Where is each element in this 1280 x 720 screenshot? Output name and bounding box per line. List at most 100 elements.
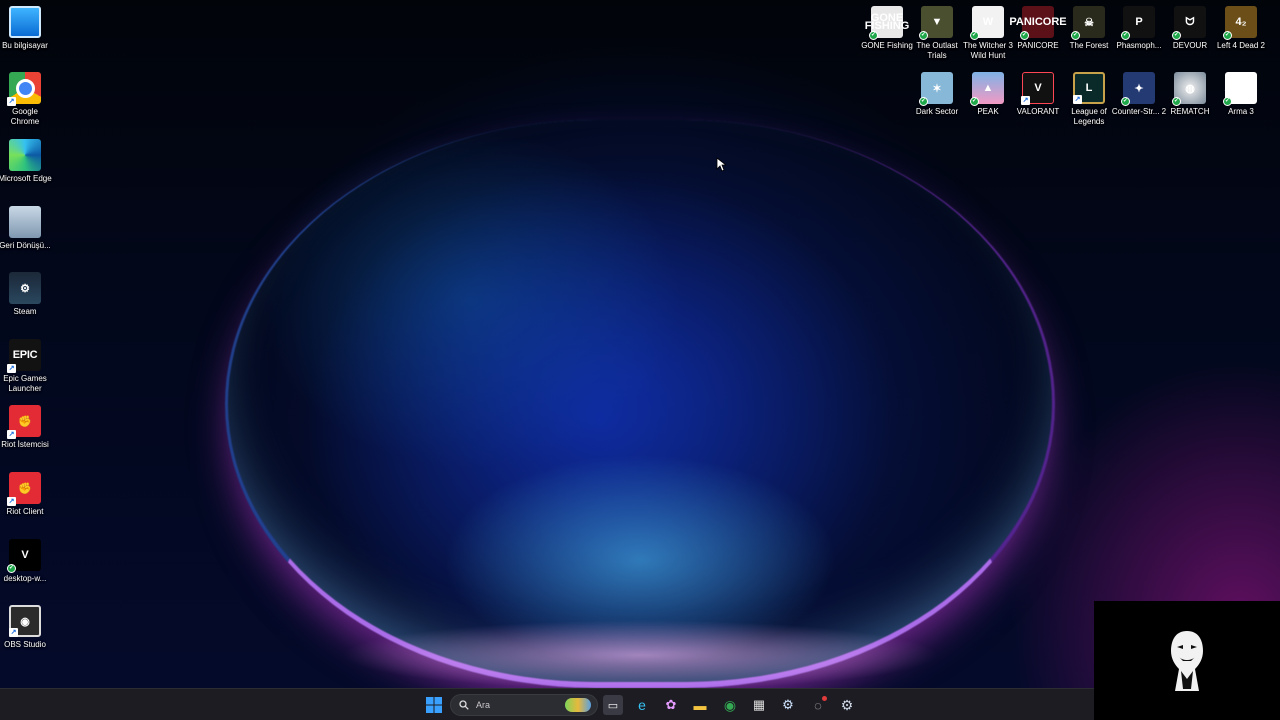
edge-taskbar-button[interactable]: e bbox=[632, 695, 652, 715]
sync-check-icon: ✓ bbox=[1172, 97, 1181, 106]
desktop-icon-label: PANICORE bbox=[1017, 41, 1059, 50]
obs-icon: ◉ ↗ bbox=[9, 605, 41, 637]
settings-taskbar-button[interactable]: ⚙ bbox=[837, 695, 857, 715]
desktop-icon-label: desktop-w... bbox=[3, 574, 47, 583]
start-button[interactable] bbox=[424, 695, 444, 715]
shortcut-arrow-icon: ↗ bbox=[7, 497, 16, 506]
epic-logo-text: EPIC bbox=[12, 349, 38, 361]
sync-check-icon: ✓ bbox=[1121, 31, 1130, 40]
desktop-icon-valorant[interactable]: V ↗ VALORANT bbox=[1013, 72, 1063, 117]
the-forest-icon: ☠ ✓ bbox=[1071, 6, 1105, 40]
chrome-icon: ↗ bbox=[7, 72, 41, 106]
steam-icon: ⚙ bbox=[782, 697, 794, 712]
riot-client-icon: ✊ ↗ bbox=[7, 472, 41, 506]
desktop-icon-panicore[interactable]: PANICORE ✓ PANICORE bbox=[1009, 6, 1067, 51]
desktop-icon-witcher-3[interactable]: W ✓ The Witcher 3 Wild Hunt bbox=[963, 6, 1013, 60]
search-highlight-icon bbox=[565, 698, 591, 712]
sync-check-icon: ✓ bbox=[1020, 31, 1029, 40]
forest-glyph: ☠ bbox=[1084, 16, 1094, 29]
sync-check-icon: ✓ bbox=[869, 31, 878, 40]
desktop-w-icon: V ✓ bbox=[7, 539, 41, 573]
desktop-icon-label: Left 4 Dead 2 bbox=[1216, 41, 1266, 50]
desktop-icon-arma-3[interactable]: ARMA ✓ Arma 3 bbox=[1216, 72, 1266, 117]
desktop-icon-label: The Forest bbox=[1069, 41, 1109, 50]
notification-dot-icon bbox=[822, 696, 827, 701]
wallpaper-bloom bbox=[225, 120, 1055, 688]
app-taskbar-button[interactable]: ◌ bbox=[808, 695, 828, 715]
desktop-icon-label: PEAK bbox=[977, 107, 999, 116]
desktop-icon-this-pc[interactable]: Bu bilgisayar bbox=[0, 6, 50, 51]
desktop-icon-label: Dark Sector bbox=[915, 107, 959, 116]
desktop-icon-phasmophobia[interactable]: P ✓ Phasmoph... bbox=[1114, 6, 1164, 51]
desktop-icon-label: GONE Fishing bbox=[861, 41, 913, 50]
mouse-cursor-icon bbox=[716, 157, 726, 172]
copilot-taskbar-button[interactable]: ✿ bbox=[661, 695, 681, 715]
epic-games-icon: EPIC ↗ bbox=[7, 339, 41, 373]
task-view-icon: ▭ bbox=[607, 699, 619, 712]
desktop-icon-recycle-bin[interactable]: Geri Dönüşü... bbox=[0, 206, 51, 251]
desktop-icon-gone-fishing[interactable]: GONE FISHING ✓ GONE Fishing bbox=[861, 6, 913, 51]
rematch-icon: ◍ ✓ bbox=[1172, 72, 1206, 106]
windows-logo-icon bbox=[426, 697, 442, 713]
desktop-icon-counter-strike-2[interactable]: ✦ ✓ Counter-Str... 2 bbox=[1111, 72, 1167, 117]
desktop-icon-dark-sector[interactable]: ✶ ✓ Dark Sector bbox=[912, 72, 962, 117]
desktop-icon-epic-games[interactable]: EPIC ↗ Epic Games Launcher bbox=[0, 339, 50, 393]
devour-icon: ᗢ ✓ bbox=[1172, 6, 1206, 40]
riot-client-icon: ✊ ↗ bbox=[7, 405, 41, 439]
desktop-icon-riot-client[interactable]: ✊ ↗ Riot Client bbox=[0, 472, 50, 517]
desktop-icon-label: Counter-Str... 2 bbox=[1111, 107, 1167, 116]
desktop-icon-label: OBS Studio bbox=[4, 640, 46, 649]
arma-3-icon: ARMA ✓ bbox=[1223, 72, 1258, 106]
desktop-icon-league-of-legends[interactable]: L ↗ League of Legends bbox=[1064, 72, 1114, 126]
desktop-icon-steam[interactable]: ⚙ Steam bbox=[0, 272, 50, 317]
edge-icon: e bbox=[638, 697, 646, 713]
masked-figure-icon bbox=[1171, 630, 1203, 691]
desktop-icon-label: Geri Dönüşü... bbox=[0, 241, 51, 250]
desktop-icon-desktop-w[interactable]: V ✓ desktop-w... bbox=[0, 539, 50, 584]
shortcut-arrow-icon: ↗ bbox=[7, 97, 16, 106]
sync-check-icon: ✓ bbox=[1223, 31, 1232, 40]
panicore-icon: PANICORE ✓ bbox=[1009, 6, 1067, 40]
desktop-icon-chrome[interactable]: ↗ Google Chrome bbox=[0, 72, 50, 126]
shortcut-arrow-icon: ↗ bbox=[9, 628, 18, 637]
dark-sector-icon: ✶ ✓ bbox=[919, 72, 953, 106]
file-explorer-button[interactable]: ▬ bbox=[690, 695, 710, 715]
desktop-icon-rematch[interactable]: ◍ ✓ REMATCH bbox=[1165, 72, 1215, 117]
shortcut-arrow-icon: ↗ bbox=[7, 364, 16, 373]
chrome-taskbar-button[interactable]: ◉ bbox=[720, 695, 740, 715]
taskbar: Ara ▭ e ✿ ▬ ◉ ▦ ⚙ ◌ ⚙ bbox=[0, 688, 1094, 720]
riot-fist-glyph: ✊ bbox=[18, 415, 32, 428]
l4d2-glyph: 4₂ bbox=[1235, 16, 1247, 28]
lol-glyph: L bbox=[1085, 82, 1093, 94]
this-pc-icon bbox=[9, 6, 41, 38]
desktop-icon-label: Phasmoph... bbox=[1116, 41, 1162, 50]
desktop-icon-left-4-dead-2[interactable]: 4₂ ✓ Left 4 Dead 2 bbox=[1216, 6, 1266, 51]
store-icon: ▦ bbox=[752, 697, 766, 712]
gone-fishing-icon: GONE FISHING ✓ bbox=[865, 6, 909, 40]
desktop-icon-label: VALORANT bbox=[1016, 107, 1060, 116]
desktop-icon-the-forest[interactable]: ☠ ✓ The Forest bbox=[1064, 6, 1114, 51]
task-view-button[interactable]: ▭ bbox=[603, 695, 623, 715]
steam-taskbar-button[interactable]: ⚙ bbox=[778, 695, 798, 715]
desktop-icon-obs[interactable]: ◉ ↗ OBS Studio bbox=[0, 605, 50, 650]
witcher-glyph: W bbox=[982, 16, 994, 28]
desktop-icon-devour[interactable]: ᗢ ✓ DEVOUR bbox=[1165, 6, 1215, 51]
edge-icon bbox=[9, 139, 41, 171]
taskbar-search-box[interactable]: Ara bbox=[450, 694, 598, 716]
desktop-icon-peak[interactable]: ▲ ✓ PEAK bbox=[963, 72, 1013, 117]
rematch-glyph: ◍ bbox=[1185, 82, 1195, 95]
desktop-icon-outlast-trials[interactable]: ▼ ✓ The Outlast Trials bbox=[912, 6, 962, 60]
panicore-logo-text: PANICORE bbox=[1009, 16, 1067, 28]
desktop-icon-edge[interactable]: Microsoft Edge bbox=[0, 139, 52, 184]
wallpaper-glow bbox=[340, 620, 940, 690]
desktop-icon-label: The Witcher 3 Wild Hunt bbox=[963, 41, 1013, 60]
store-taskbar-button[interactable]: ▦ bbox=[749, 695, 769, 715]
league-of-legends-icon: L ↗ bbox=[1073, 72, 1105, 104]
obs-glyph: ◉ bbox=[20, 615, 30, 628]
desktop-icon-riot-istemcisi[interactable]: ✊ ↗ Riot İstemcisi bbox=[0, 405, 50, 450]
sync-check-icon: ✓ bbox=[970, 31, 979, 40]
witcher-3-icon: W ✓ bbox=[970, 6, 1004, 40]
desktop-icon-label: League of Legends bbox=[1071, 107, 1107, 126]
search-placeholder: Ara bbox=[476, 700, 491, 710]
dark-sector-glyph: ✶ bbox=[932, 82, 942, 95]
